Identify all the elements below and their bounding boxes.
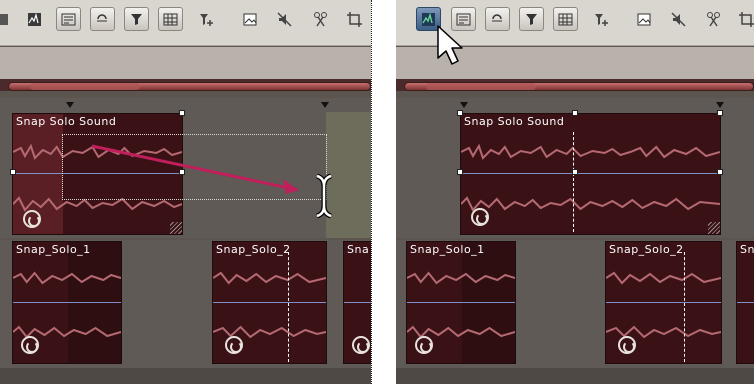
mute-icon[interactable]	[272, 7, 297, 31]
resize-handle[interactable]	[457, 169, 463, 175]
loop-icon[interactable]	[618, 336, 636, 354]
image-icon[interactable]	[632, 7, 657, 31]
drag-preview-outline	[62, 134, 327, 200]
crop-icon[interactable]	[734, 7, 754, 31]
clip-snap-solo-1[interactable]: Snap_Solo_1	[12, 241, 122, 364]
scrollbar-thumb[interactable]	[30, 83, 140, 90]
clip-title: Snap_Solo_1	[410, 243, 485, 256]
waveform	[407, 270, 515, 286]
clip-edit-icon[interactable]	[416, 7, 441, 31]
loop-icon[interactable]	[352, 336, 370, 354]
loop-icon[interactable]	[471, 208, 489, 226]
split-icon[interactable]	[701, 7, 726, 31]
clip-snap-solo-2[interactable]: Snap_Solo_2	[212, 241, 327, 364]
clip-title: Sn	[740, 243, 754, 256]
filter-icon[interactable]	[519, 7, 544, 31]
clip-title: Snap_Solo_1	[16, 243, 91, 256]
timeline-panel-before: Snap Solo Sound Snap_Solo_1 Snap_Solo_2 …	[0, 0, 371, 384]
loop-icon[interactable]	[90, 7, 115, 31]
timeline-header-strip	[0, 47, 371, 79]
clip-partial[interactable]: Sn	[736, 241, 754, 364]
add-effect-icon[interactable]	[194, 7, 219, 31]
clip-partial[interactable]: Sna	[343, 241, 371, 364]
clip-title: Snap_Solo_2	[609, 243, 684, 256]
resize-handle[interactable]	[572, 110, 578, 116]
timeline-panel-after: Snap Solo Sound Snap_Solo_1 Snap_Solo_2 …	[396, 0, 754, 384]
resize-handle[interactable]	[717, 110, 723, 116]
resize-handle[interactable]	[10, 169, 16, 175]
timeline-header-strip	[396, 47, 754, 79]
crop-icon[interactable]	[342, 7, 367, 31]
snap-icon[interactable]	[56, 7, 81, 31]
clip-title: Snap_Solo_2	[216, 243, 291, 256]
add-effect-icon[interactable]	[589, 7, 614, 31]
waveform	[461, 144, 720, 160]
resize-handle[interactable]	[717, 169, 723, 175]
scrollbar-thumb[interactable]	[426, 83, 536, 90]
grid-icon[interactable]	[158, 7, 183, 31]
loop-icon[interactable]	[23, 210, 41, 228]
loop-icon[interactable]	[21, 336, 39, 354]
loop-start-marker[interactable]	[66, 102, 74, 108]
loop-start-marker[interactable]	[460, 102, 468, 108]
loop-icon[interactable]	[225, 336, 243, 354]
filter-icon[interactable]	[124, 7, 149, 31]
resize-corner[interactable]	[170, 222, 182, 234]
track-region-highlight	[326, 112, 371, 238]
track-footer	[0, 368, 371, 384]
clip-title: Snap Solo Sound	[16, 115, 117, 128]
waveform	[13, 270, 121, 286]
split-guide	[684, 252, 685, 362]
waveform	[606, 270, 721, 286]
track-footer	[396, 368, 754, 384]
loop-end-marker[interactable]	[321, 102, 329, 108]
waveform	[461, 196, 720, 212]
resize-handle[interactable]	[457, 110, 463, 116]
split-guide	[573, 132, 574, 232]
clip-title: Sna	[347, 243, 370, 256]
split-guide	[288, 252, 289, 362]
mute-icon[interactable]	[666, 7, 691, 31]
clip-snap-solo-2[interactable]: Snap_Solo_2	[605, 241, 722, 364]
clip-top-extended[interactable]: Snap Solo Sound	[460, 113, 721, 235]
resize-handle[interactable]	[572, 169, 578, 175]
panel-divider	[371, 0, 396, 384]
clip-snap-solo-1[interactable]: Snap_Solo_1	[406, 241, 516, 364]
toolbar	[396, 0, 754, 46]
loop-icon[interactable]	[485, 7, 510, 31]
loop-icon[interactable]	[415, 336, 433, 354]
clip-title: Snap Solo Sound	[464, 115, 565, 128]
loop-end-marker[interactable]	[716, 102, 724, 108]
snap-icon[interactable]	[451, 7, 476, 31]
resize-corner[interactable]	[708, 222, 720, 234]
waveform	[213, 270, 326, 286]
toolbar-edge-icon[interactable]	[0, 7, 17, 31]
grid-icon[interactable]	[553, 7, 578, 31]
clip-edit-icon[interactable]	[22, 7, 47, 31]
image-icon[interactable]	[238, 7, 263, 31]
toolbar	[0, 0, 371, 46]
split-icon[interactable]	[308, 7, 333, 31]
resize-handle[interactable]	[179, 110, 185, 116]
